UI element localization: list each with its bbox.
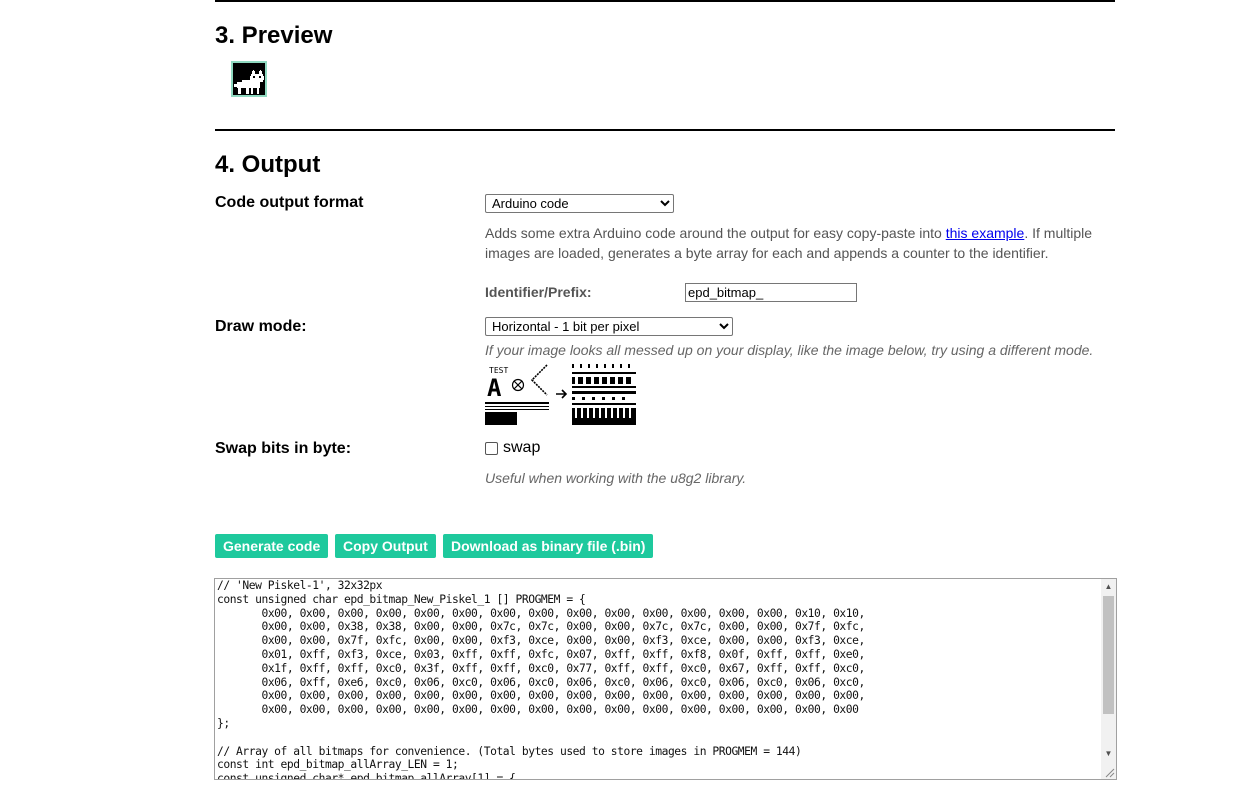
scroll-up-arrow-icon[interactable]: ▲ xyxy=(1101,579,1116,594)
preview-heading: 3. Preview xyxy=(215,22,333,49)
description-text: Adds some extra Arduino code around the … xyxy=(485,225,946,241)
copy-output-button[interactable]: Copy Output xyxy=(335,534,436,558)
preview-image xyxy=(231,61,267,97)
swap-checkbox[interactable] xyxy=(485,441,498,455)
identifier-prefix-input[interactable] xyxy=(685,283,857,302)
draw-mode-label: Draw mode: xyxy=(215,318,307,335)
output-heading: 4. Output xyxy=(215,151,321,178)
code-output-format-description: Adds some extra Arduino code around the … xyxy=(485,223,1115,263)
example-glyph: A xyxy=(487,374,502,402)
this-example-link[interactable]: this example xyxy=(946,225,1025,241)
swap-checkbox-label[interactable]: swap xyxy=(503,439,540,457)
draw-mode-select[interactable]: Horizontal - 1 bit per pixel xyxy=(485,317,733,336)
resize-grip-icon[interactable] xyxy=(1103,766,1115,778)
code-output-text: // 'New Piskel-1', 32x32px const unsigne… xyxy=(217,579,865,780)
swap-bits-label: Swap bits in byte: xyxy=(215,440,352,457)
section-divider xyxy=(215,129,1115,131)
pixel-cat-icon xyxy=(234,70,264,94)
code-output-textarea[interactable]: // 'New Piskel-1', 32x32px const unsigne… xyxy=(214,578,1117,780)
scroll-down-arrow-icon[interactable]: ▼ xyxy=(1101,746,1116,761)
swap-checkbox-wrap[interactable]: swap xyxy=(485,439,540,457)
code-scrollbar[interactable]: ▲ ▼ xyxy=(1101,579,1116,779)
draw-mode-example-image: TEST A xyxy=(485,364,637,426)
identifier-prefix-label: Identifier/Prefix: xyxy=(485,284,592,300)
section-divider-top xyxy=(215,0,1115,2)
code-output-format-select[interactable]: Arduino code xyxy=(485,194,674,213)
generate-code-button[interactable]: Generate code xyxy=(215,534,329,558)
code-output-format-label: Code output format xyxy=(215,194,364,211)
scrollbar-thumb[interactable] xyxy=(1103,596,1114,714)
draw-mode-hint: If your image looks all messed up on you… xyxy=(485,342,1094,358)
download-binary-button[interactable]: Download as binary file (.bin) xyxy=(443,534,654,558)
swap-hint: Useful when working with the u8g2 librar… xyxy=(485,470,747,486)
